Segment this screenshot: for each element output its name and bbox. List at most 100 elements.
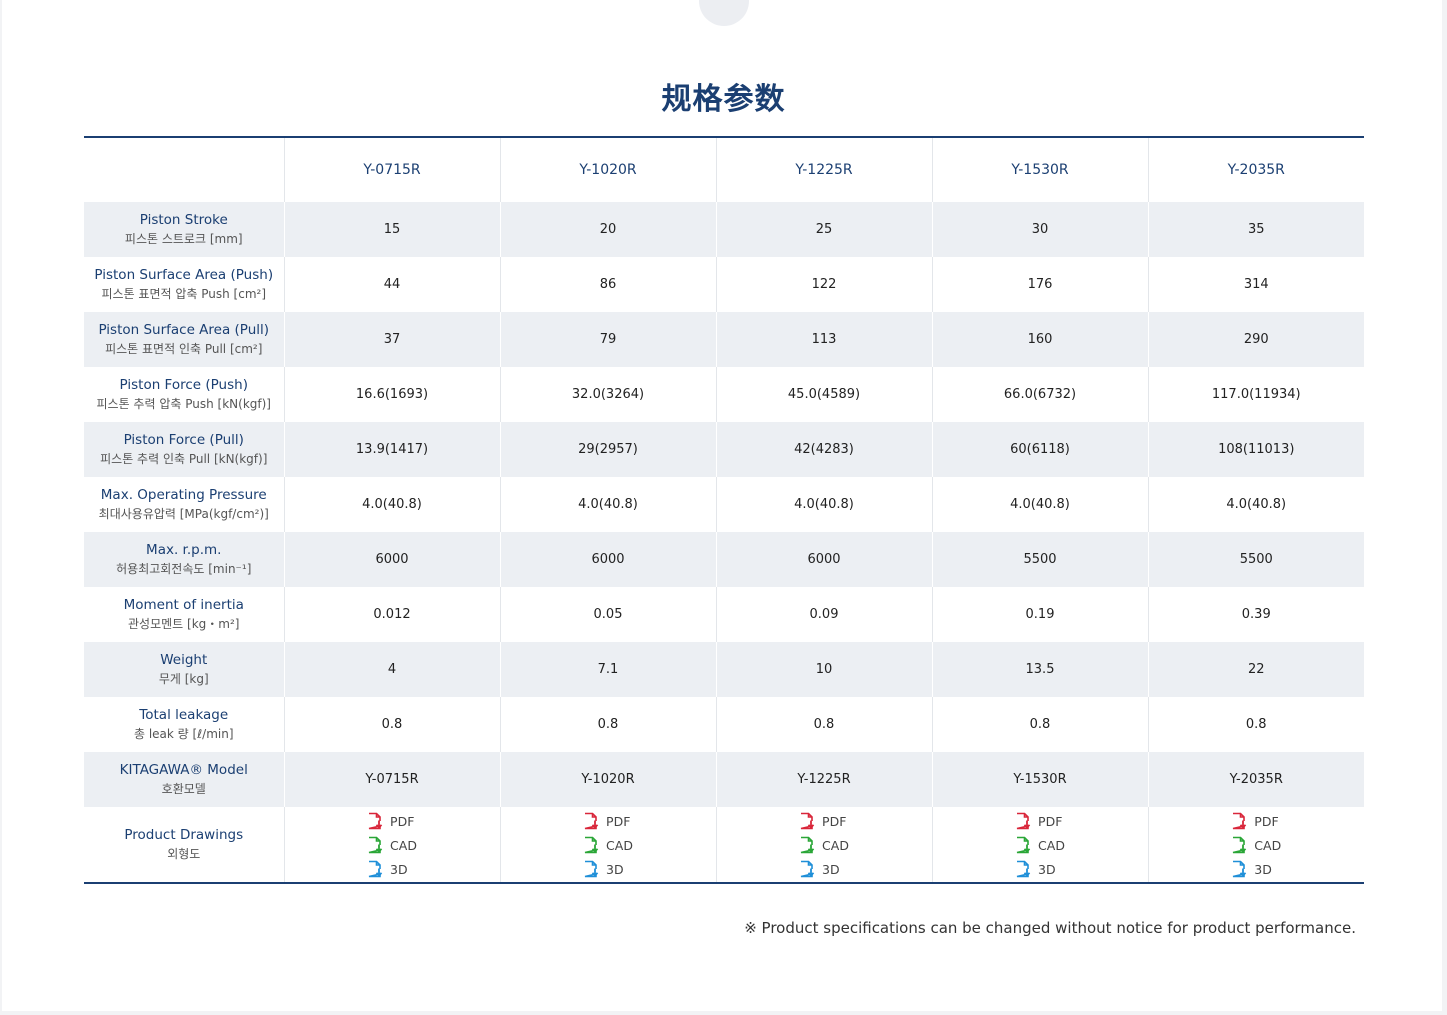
spec-value-cell: 13.5 <box>931 642 1148 697</box>
spec-label-en: Moment of inertia <box>123 597 244 613</box>
spec-value-cell: 15 <box>283 202 500 257</box>
download-3d-link[interactable]: 3D <box>367 857 417 881</box>
pdf-download-icon <box>584 812 599 830</box>
model-header: Y-1530R <box>931 137 1148 202</box>
spec-label-ko: 최대사용유압력 [MPa(kgf/cm²)] <box>98 507 269 521</box>
spec-table: Y-0715R Y-1020R Y-1225R Y-1530R Y-2035R … <box>84 136 1364 884</box>
spec-value-cell: 108(11013) <box>1147 422 1364 477</box>
download-pdf-link[interactable]: PDF <box>1231 809 1281 833</box>
spec-label-cell: Max. r.p.m. 허용최고회전속도 [min⁻¹] <box>84 532 284 587</box>
download-3d-link[interactable]: 3D <box>583 857 633 881</box>
spec-row: Max. Operating Pressure 최대사용유압력 [MPa(kgf/… <box>84 477 1364 532</box>
download-cad-link[interactable]: CAD <box>799 833 849 857</box>
spec-value-cell: 4 <box>283 642 500 697</box>
download-label: 3D <box>1038 861 1056 877</box>
spec-row: Piston Stroke 피스톤 스트로크 [mm] 15 20 25 30 35 <box>84 202 1364 257</box>
spec-value-cell: 7.1 <box>499 642 716 697</box>
download-pdf-link[interactable]: PDF <box>583 809 633 833</box>
download-pdf-link[interactable]: PDF <box>1015 809 1065 833</box>
spec-value-cell: 0.19 <box>931 587 1148 642</box>
download-3d-link[interactable]: 3D <box>1015 857 1065 881</box>
download-label: PDF <box>1254 813 1279 829</box>
spec-value-cell: 60(6118) <box>931 422 1148 477</box>
download-label: 3D <box>390 861 408 877</box>
spec-value-cell: 113 <box>715 312 932 367</box>
spec-value-cell: 117.0(11934) <box>1147 367 1364 422</box>
spec-value-cell: 37 <box>283 312 500 367</box>
spec-value-cell: 4.0(40.8) <box>931 477 1148 532</box>
pdf-download-icon <box>368 812 383 830</box>
spec-value-cell: 32.0(3264) <box>499 367 716 422</box>
download-label: PDF <box>606 813 631 829</box>
drawings-row: Product Drawings 외형도 PDF CAD 3D PDF CAD 3D PDF CA… <box>84 807 1364 883</box>
3d-download-icon <box>368 860 383 878</box>
drawings-label-ko: 외형도 <box>167 847 201 861</box>
spec-value-cell: 5500 <box>931 532 1148 587</box>
spec-row: Piston Force (Pull) 피스톤 추력 인축 Pull [kN(kg… <box>84 422 1364 477</box>
spec-label-en: Piston Force (Pull) <box>123 432 244 448</box>
download-cad-link[interactable]: CAD <box>1015 833 1065 857</box>
spec-row: Piston Surface Area (Pull) 피스톤 표면적 인축 Pul… <box>84 312 1364 367</box>
spec-label-ko: 총 leak 량 [ℓ/min] <box>133 727 234 741</box>
spec-label-cell: Max. Operating Pressure 최대사용유압력 [MPa(kgf/… <box>84 477 284 532</box>
download-cad-link[interactable]: CAD <box>1231 833 1281 857</box>
spec-label-ko: 피스톤 추력 인축 Pull [kN(kgf)] <box>100 452 268 466</box>
spec-value-cell: 290 <box>1147 312 1364 367</box>
3d-download-icon <box>584 860 599 878</box>
spec-value-cell: 176 <box>931 257 1148 312</box>
spec-value-cell: 35 <box>1147 202 1364 257</box>
download-pdf-link[interactable]: PDF <box>799 809 849 833</box>
drawings-cell: PDF CAD 3D <box>283 807 500 883</box>
download-cad-link[interactable]: CAD <box>367 833 417 857</box>
pdf-download-icon <box>800 812 815 830</box>
spec-value-cell: 20 <box>499 202 716 257</box>
spec-label-en: Total leakage <box>139 707 229 723</box>
download-3d-link[interactable]: 3D <box>799 857 849 881</box>
download-cad-link[interactable]: CAD <box>583 833 633 857</box>
download-label: 3D <box>822 861 840 877</box>
download-pdf-link[interactable]: PDF <box>367 809 417 833</box>
spec-value-cell: 42(4283) <box>715 422 932 477</box>
spec-label-cell: Total leakage 총 leak 량 [ℓ/min] <box>84 697 284 752</box>
spec-row: Moment of inertia 관성모멘트 [kg・m²] 0.012 0.05 0… <box>84 587 1364 642</box>
model-header: Y-2035R <box>1147 137 1364 202</box>
spec-row: Piston Force (Push) 피스톤 추력 압축 Push [kN(kg… <box>84 367 1364 422</box>
3d-download-icon <box>1016 860 1031 878</box>
spec-value-cell: 4.0(40.8) <box>1147 477 1364 532</box>
cad-download-icon <box>1016 836 1031 854</box>
download-label: PDF <box>1038 813 1063 829</box>
spec-label-en: Piston Force (Push) <box>119 377 248 393</box>
spec-label-en: KITAGAWA® Model <box>119 762 248 778</box>
spec-value-cell: 0.8 <box>931 697 1148 752</box>
spec-label-ko: 관성모멘트 [kg・m²] <box>128 617 240 631</box>
download-list: PDF CAD 3D <box>367 807 417 881</box>
spec-label-en: Piston Surface Area (Pull) <box>98 322 270 338</box>
download-label: 3D <box>606 861 624 877</box>
download-label: PDF <box>390 813 415 829</box>
spec-value-cell: 5500 <box>1147 532 1364 587</box>
spec-value-cell: 30 <box>931 202 1148 257</box>
spec-value-cell: 0.8 <box>499 697 716 752</box>
spec-value-cell: Y-1020R <box>499 752 716 807</box>
spec-value-cell: 16.6(1693) <box>283 367 500 422</box>
spec-value-cell: Y-0715R <box>283 752 500 807</box>
drawings-label-en: Product Drawings <box>124 827 244 843</box>
download-label: CAD <box>606 837 633 853</box>
download-label: CAD <box>822 837 849 853</box>
model-header: Y-1225R <box>715 137 932 202</box>
spec-notice: ※ Product specifications can be changed … <box>744 919 1356 937</box>
cad-download-icon <box>368 836 383 854</box>
spec-label-ko: 피스톤 표면적 압축 Push [cm²] <box>101 287 267 301</box>
drawings-cell: PDF CAD 3D <box>499 807 716 883</box>
spec-value-cell: 160 <box>931 312 1148 367</box>
spec-label-ko: 피스톤 스트로크 [mm] <box>124 232 243 246</box>
model-header: Y-1020R <box>499 137 716 202</box>
download-3d-link[interactable]: 3D <box>1231 857 1281 881</box>
cad-download-icon <box>1233 836 1247 854</box>
spec-label-cell: Weight 무게 [kg] <box>84 642 284 697</box>
spec-row: Weight 무게 [kg] 4 7.1 10 13.5 22 <box>84 642 1364 697</box>
spec-label-ko: 피스톤 표면적 인축 Pull [cm²] <box>105 342 263 356</box>
spec-value-cell: 79 <box>499 312 716 367</box>
spec-value-cell: 22 <box>1147 642 1364 697</box>
3d-download-icon <box>800 860 815 878</box>
